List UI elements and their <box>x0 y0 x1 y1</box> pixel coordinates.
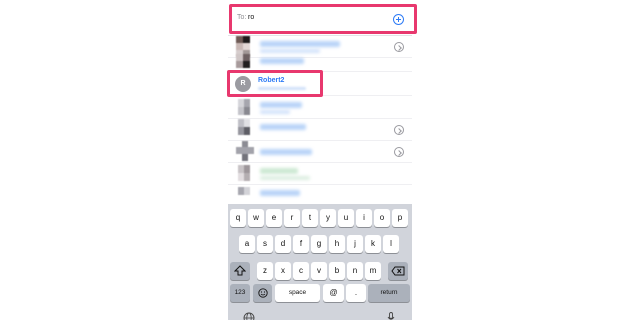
emoji-key[interactable] <box>253 284 272 302</box>
avatar <box>234 52 256 70</box>
chevron-right-icon[interactable] <box>394 125 404 135</box>
key-t[interactable]: t <box>302 209 318 227</box>
key-b[interactable]: b <box>329 262 345 280</box>
contact-name-blurred <box>260 102 302 108</box>
key-p[interactable]: p <box>392 209 408 227</box>
key-z[interactable]: z <box>257 262 273 280</box>
shift-key[interactable] <box>230 262 250 280</box>
key-i[interactable]: i <box>356 209 372 227</box>
at-key[interactable]: @ <box>323 284 344 302</box>
space-key[interactable]: space <box>275 284 320 302</box>
key-q[interactable]: q <box>230 209 246 227</box>
delete-icon <box>391 266 405 276</box>
return-key[interactable]: return <box>368 284 410 302</box>
contact-name-blurred <box>260 124 306 130</box>
key-v[interactable]: v <box>311 262 327 280</box>
chevron-right-icon[interactable] <box>394 147 404 157</box>
key-r[interactable]: r <box>284 209 300 227</box>
key-u[interactable]: u <box>338 209 354 227</box>
microphone-icon[interactable] <box>387 312 395 320</box>
key-h[interactable]: h <box>329 235 345 253</box>
key-c[interactable]: c <box>293 262 309 280</box>
key-d[interactable]: d <box>275 235 291 253</box>
key-s[interactable]: s <box>257 235 273 253</box>
messages-compose-screen: To: ro R Robert2 q w e r t y u i o p a s… <box>228 0 412 320</box>
key-e[interactable]: e <box>266 209 282 227</box>
key-f[interactable]: f <box>293 235 309 253</box>
key-j[interactable]: j <box>347 235 363 253</box>
highlight-to-field <box>229 4 417 34</box>
key-n[interactable]: n <box>347 262 363 280</box>
emoji-icon <box>257 288 268 298</box>
contact-name-blurred <box>260 58 304 64</box>
delete-key[interactable] <box>388 262 408 280</box>
contact-name-blurred <box>260 168 298 174</box>
contact-name-blurred <box>260 190 300 196</box>
numbers-key[interactable]: 123 <box>230 284 250 302</box>
globe-icon[interactable] <box>243 312 255 320</box>
key-k[interactable]: k <box>365 235 381 253</box>
contact-name-blurred <box>260 41 340 47</box>
key-x[interactable]: x <box>275 262 291 280</box>
avatar <box>234 141 256 163</box>
contact-suggestion-row[interactable] <box>228 97 412 119</box>
contact-suggestion-row[interactable] <box>228 119 412 141</box>
contact-detail-blurred <box>260 176 310 180</box>
contact-suggestion-row[interactable] <box>228 52 412 72</box>
chevron-right-icon[interactable] <box>394 42 404 52</box>
key-a[interactable]: a <box>239 235 255 253</box>
avatar <box>234 97 256 119</box>
contact-suggestion-row[interactable] <box>228 141 412 163</box>
period-key[interactable]: . <box>346 284 366 302</box>
contact-detail-blurred <box>260 110 290 114</box>
key-g[interactable]: g <box>311 235 327 253</box>
on-screen-keyboard: qwertyuiop asdfghjkl zxcvbnm 123 space @ <box>228 204 412 320</box>
contact-name-blurred <box>260 149 312 155</box>
shift-icon <box>234 265 246 276</box>
avatar <box>234 163 256 185</box>
key-o[interactable]: o <box>374 209 390 227</box>
key-l[interactable]: l <box>383 235 399 253</box>
contact-suggestion-row[interactable] <box>228 163 412 185</box>
avatar <box>234 119 256 141</box>
key-w[interactable]: w <box>248 209 264 227</box>
key-m[interactable]: m <box>365 262 381 280</box>
key-y[interactable]: y <box>320 209 336 227</box>
highlight-robert2-suggestion <box>227 70 323 97</box>
